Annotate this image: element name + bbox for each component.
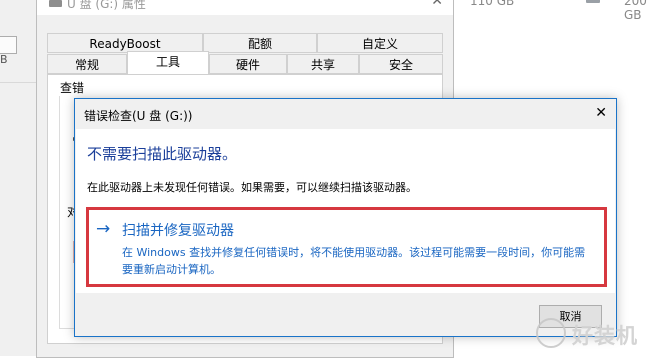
background-checkbox xyxy=(0,36,17,54)
properties-title: U 盘 (G:) 属性 xyxy=(67,0,146,11)
watermark: 好装机 xyxy=(536,318,662,352)
dialog-heading: 不需要扫描此驱动器。 xyxy=(87,145,238,163)
drive-icon xyxy=(49,0,62,7)
drive-size-a: 110 GB xyxy=(470,0,515,8)
tab-general[interactable]: 常规 xyxy=(47,54,127,74)
tab-quota[interactable]: 配额 xyxy=(203,33,317,53)
scan-and-repair-description: 在 Windows 查找并修复任何错误时，将不能使用驱动器。该过程可能需要一段时… xyxy=(122,246,586,276)
scan-and-repair-title: 扫描并修复驱动器 xyxy=(122,223,234,239)
watermark-logo-icon xyxy=(536,318,566,348)
scan-and-repair-link[interactable]: → 扫描并修复驱动器 在 Windows 查找并修复任何错误时，将不能使用驱动器… xyxy=(86,207,607,287)
dialog-title: 错误检查(U 盘 (G:)) xyxy=(84,109,193,123)
tab-security[interactable]: 安全 xyxy=(359,54,443,74)
error-check-group-label: 查错 xyxy=(59,79,86,96)
close-icon[interactable]: ✕ xyxy=(431,0,443,9)
drive-icon xyxy=(586,0,600,3)
background-letter: B xyxy=(0,53,8,66)
tab-customize[interactable]: 自定义 xyxy=(317,33,443,53)
tab-tools[interactable]: 工具 xyxy=(127,51,209,74)
dialog-body: 不需要扫描此驱动器。 在此驱动器上未发现任何错误。如果需要，可以继续扫描该驱动器… xyxy=(76,129,615,293)
properties-titlebar: U 盘 (G:) 属性 ✕ xyxy=(37,0,453,15)
watermark-text: 好装机 xyxy=(572,324,638,348)
arrow-right-icon: → xyxy=(96,219,111,239)
tab-hardware[interactable]: 硬件 xyxy=(209,54,287,74)
error-check-dialog: 错误检查(U 盘 (G:)) ✕ 不需要扫描此驱动器。 在此驱动器上未发现任何错… xyxy=(74,98,617,337)
tab-sharing[interactable]: 共享 xyxy=(287,54,359,74)
drive-size-b: 200 GB xyxy=(624,0,647,22)
background-divider xyxy=(0,82,36,83)
tab-readyboost[interactable]: ReadyBoost xyxy=(47,33,203,53)
dialog-description: 在此驱动器上未发现任何错误。如果需要，可以继续扫描该驱动器。 xyxy=(87,181,417,194)
close-icon[interactable]: ✕ xyxy=(595,105,607,121)
